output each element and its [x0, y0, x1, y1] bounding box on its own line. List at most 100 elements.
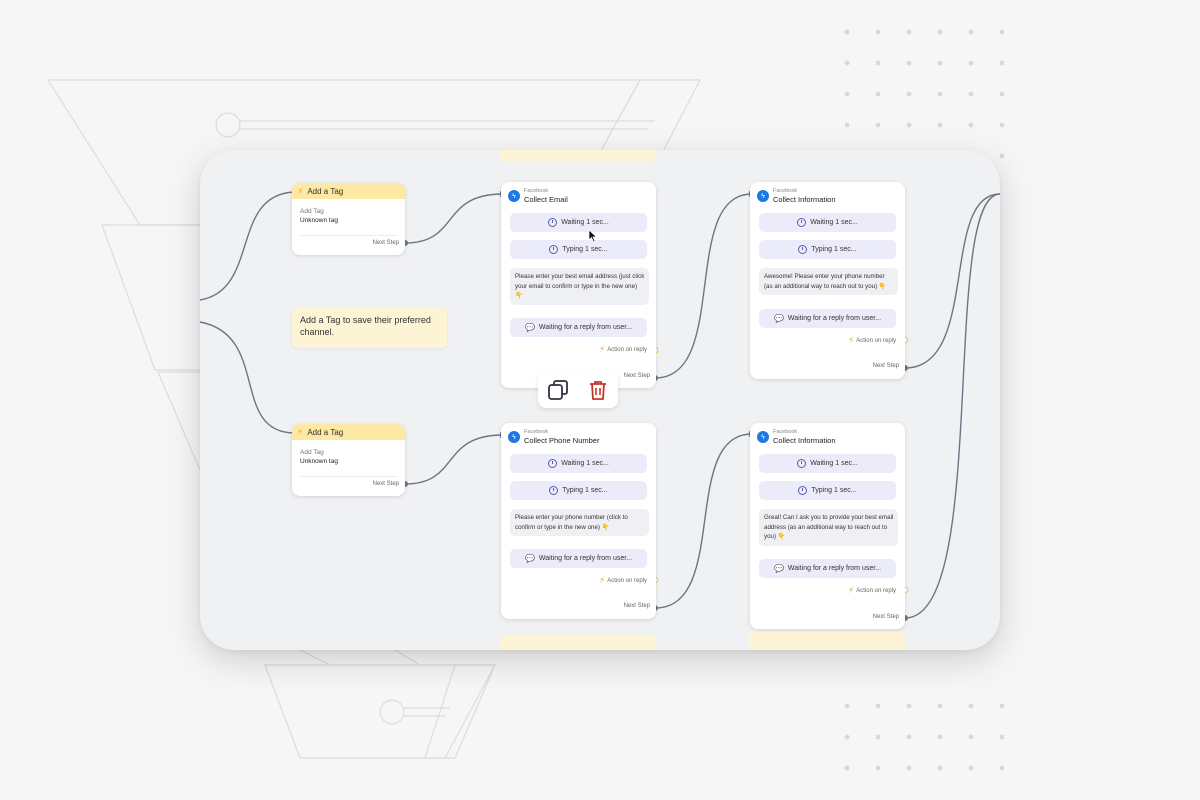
clock-icon	[548, 459, 558, 468]
decoration-dot	[906, 734, 912, 740]
decoration-dot	[968, 122, 974, 128]
decoration-dot	[937, 91, 943, 97]
chat-icon: 💬	[773, 313, 784, 323]
partial-node-top	[500, 150, 656, 162]
pill-label: Waiting 1 sec...	[810, 460, 858, 467]
message-text[interactable]: Please enter your phone number (click to…	[510, 509, 649, 537]
decoration-dot	[937, 122, 943, 128]
clock-icon	[798, 245, 808, 254]
action-label: Action on reply	[856, 587, 896, 594]
decoration-dot	[906, 122, 912, 128]
next-step-label: Next Step	[623, 603, 650, 609]
chat-icon: 💬	[524, 553, 535, 563]
clock-icon	[549, 245, 559, 254]
node-title: Add a Tag	[307, 427, 344, 437]
messenger-icon: ϟ	[757, 431, 769, 444]
decoration-dot	[844, 60, 850, 66]
decoration-dot	[999, 765, 1005, 771]
messenger-icon: ϟ	[508, 190, 520, 203]
next-step-label: Next Step	[372, 240, 399, 246]
bolt-icon: ⚡	[847, 585, 855, 595]
decoration-dot	[999, 91, 1005, 97]
node-header: ϟ Facebook Collect Email	[501, 182, 656, 204]
message-text[interactable]: Great! Can I ask you to provide your bes…	[759, 509, 898, 546]
decoration-dot	[999, 60, 1005, 66]
decoration-dot	[875, 734, 881, 740]
add-tag-node[interactable]: ⚡ Add a Tag Add Tag Unknown tag Next Ste…	[292, 183, 405, 255]
reply-pill[interactable]: 💬 Waiting for a reply from user...	[510, 549, 647, 568]
waiting-pill[interactable]: Waiting 1 sec...	[510, 454, 647, 473]
next-step-label: Next Step	[872, 363, 899, 369]
reply-pill[interactable]: 💬 Waiting for a reply from user...	[759, 309, 896, 328]
tag-label: Add Tag	[300, 449, 324, 456]
waiting-pill[interactable]: Waiting 1 sec...	[510, 213, 647, 232]
tag-label: Add Tag	[300, 208, 324, 215]
clock-icon	[797, 459, 807, 468]
decoration-dot	[844, 122, 850, 128]
action-on-reply: ⚡ Action on reply	[848, 586, 896, 595]
divider	[300, 235, 397, 236]
bolt-icon: ⚡	[598, 344, 606, 354]
clock-icon	[798, 486, 808, 495]
collect-phone-number-node[interactable]: ϟ Facebook Collect Phone Number Waiting …	[501, 423, 656, 619]
connector	[904, 193, 1000, 619]
pill-label: Waiting for a reply from user...	[787, 315, 882, 322]
action-on-reply: ⚡ Action on reply	[848, 336, 896, 345]
node-action-toolbar	[538, 372, 618, 408]
collect-email-node[interactable]: ϟ Facebook Collect Email Waiting 1 sec..…	[501, 182, 656, 388]
action-label: Action on reply	[607, 346, 647, 353]
node-title: Add a Tag	[307, 186, 344, 196]
chat-icon: 💬	[773, 563, 784, 573]
trash-icon[interactable]	[586, 378, 610, 402]
decoration-dot	[937, 29, 943, 35]
messenger-icon: ϟ	[757, 190, 769, 203]
connector	[654, 193, 753, 379]
decoration-dot	[844, 91, 850, 97]
decoration-dot	[968, 703, 974, 709]
reply-pill[interactable]: 💬 Waiting for a reply from user...	[759, 559, 896, 578]
decoration-dot	[968, 734, 974, 740]
divider	[300, 476, 397, 477]
decoration-dot	[906, 765, 912, 771]
typing-pill[interactable]: Typing 1 sec...	[759, 240, 896, 259]
decoration-dot	[999, 122, 1005, 128]
mouse-cursor-icon	[588, 229, 598, 243]
message-text[interactable]: Awesome! Please enter your phone number …	[759, 268, 898, 296]
message-text[interactable]: Please enter your best email address (ju…	[510, 268, 649, 305]
add-tag-node[interactable]: ⚡ Add a Tag Add Tag Unknown tag Next Ste…	[292, 424, 405, 496]
collect-information-node[interactable]: ϟ Facebook Collect Information Waiting 1…	[750, 182, 905, 379]
tag-value: Unknown tag	[300, 217, 338, 224]
typing-pill[interactable]: Typing 1 sec...	[759, 481, 896, 500]
clock-icon	[548, 218, 558, 227]
connector	[904, 193, 1000, 369]
flow-canvas[interactable]: ⚡ Add a Tag Add Tag Unknown tag Next Ste…	[200, 150, 1000, 650]
note-node[interactable]: Add a Tag to save their preferred channe…	[292, 308, 447, 348]
node-title: Collect Information	[773, 194, 836, 204]
action-label: Action on reply	[856, 337, 896, 344]
pill-label: Typing 1 sec...	[562, 487, 608, 494]
typing-pill[interactable]: Typing 1 sec...	[510, 240, 647, 259]
action-on-reply: ⚡ Action on reply	[599, 345, 647, 354]
partial-node-bottom	[749, 632, 905, 650]
reply-pill[interactable]: 💬 Waiting for a reply from user...	[510, 318, 647, 337]
typing-pill[interactable]: Typing 1 sec...	[510, 481, 647, 500]
collect-information-node[interactable]: ϟ Facebook Collect Information Waiting 1…	[750, 423, 905, 629]
decoration-dot	[968, 29, 974, 35]
decoration-dot	[937, 765, 943, 771]
decoration-dot	[906, 91, 912, 97]
messenger-icon: ϟ	[508, 431, 520, 444]
partial-node-bottom	[500, 636, 656, 650]
pill-label: Waiting for a reply from user...	[538, 324, 633, 331]
decoration-dot	[968, 765, 974, 771]
waiting-pill[interactable]: Waiting 1 sec...	[759, 454, 896, 473]
node-title: Collect Phone Number	[524, 435, 600, 445]
node-header: ⚡ Add a Tag	[292, 424, 405, 440]
decoration-dot	[937, 703, 943, 709]
decoration-dot	[968, 60, 974, 66]
connector	[404, 193, 504, 244]
action-label: Action on reply	[607, 577, 647, 584]
node-title: Collect Email	[524, 194, 568, 204]
decoration-dot	[906, 60, 912, 66]
copy-icon[interactable]	[546, 378, 570, 402]
waiting-pill[interactable]: Waiting 1 sec...	[759, 213, 896, 232]
